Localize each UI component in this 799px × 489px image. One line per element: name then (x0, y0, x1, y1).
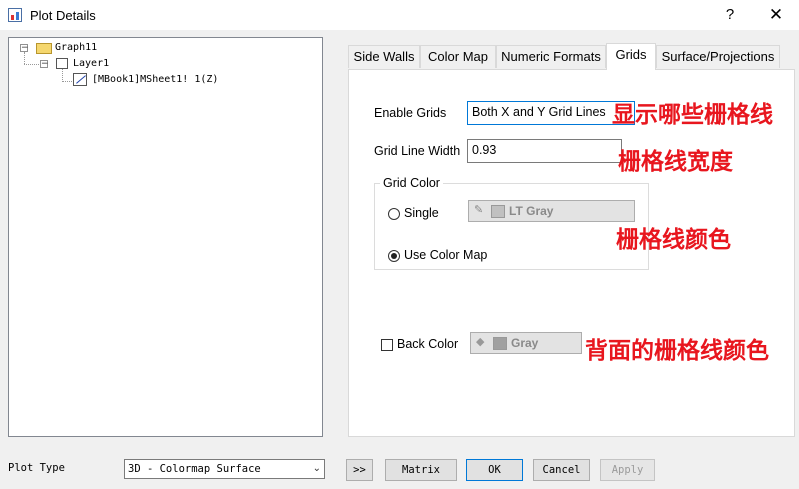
single-color-name: LT Gray (509, 204, 554, 218)
ok-button[interactable]: OK (466, 459, 523, 481)
pen-icon: ✎ (474, 204, 484, 216)
plot-type-label: Plot Type (8, 462, 65, 474)
annotation-grid-color: 栅格线颜色 (616, 227, 731, 253)
chevron-down-icon: ⌄ (312, 463, 321, 474)
back-color-label: Back Color (397, 337, 459, 351)
enable-grids-combo[interactable]: Both X and Y Grid Lines (467, 101, 635, 125)
single-color-label: Single (404, 206, 439, 220)
tab-color-map[interactable]: Color Map (420, 45, 496, 68)
single-color-picker[interactable]: ✎ LT Gray (468, 200, 635, 222)
grid-color-group-label: Grid Color (380, 176, 443, 190)
use-color-map-radio[interactable] (388, 250, 400, 262)
use-color-map-label: Use Color Map (404, 248, 488, 262)
window-title: Plot Details (30, 8, 96, 23)
grid-line-width-input[interactable]: 0.93 (467, 139, 622, 163)
back-color-picker[interactable]: ◆ Gray (470, 332, 582, 354)
enable-grids-label: Enable Grids (374, 106, 447, 120)
help-button[interactable]: ? (710, 3, 750, 27)
plot-icon (73, 73, 87, 86)
close-button[interactable]: ✕ (756, 3, 796, 27)
tab-numeric-formats[interactable]: Numeric Formats (496, 45, 606, 68)
tab-side-walls[interactable]: Side Walls (348, 45, 420, 68)
annotation-enable-grids: 显示哪些栅格线 (612, 102, 773, 128)
annotation-back-color: 背面的栅格线颜色 (585, 338, 769, 364)
grid-line-width-label: Grid Line Width (374, 144, 461, 158)
title-bar: Plot Details ? ✕ (0, 0, 799, 30)
tree-connector (62, 81, 72, 82)
tree-node-plot[interactable]: [MBook1]MSheet1! 1(Z) (92, 74, 219, 86)
plot-type-value: 3D - Colormap Surface (128, 463, 261, 475)
plot-tree[interactable]: − Graph11 − Layer1 [MBook1]MSheet1! 1(Z) (8, 37, 323, 437)
single-color-radio[interactable] (388, 208, 400, 220)
fill-icon: ◆ (476, 336, 485, 348)
back-color-checkbox[interactable] (381, 339, 393, 351)
layer-collapse-toggle[interactable]: − (40, 60, 49, 69)
annotation-line-width: 栅格线宽度 (618, 149, 733, 175)
tree-node-layer[interactable]: Layer1 (73, 58, 109, 70)
back-color-name: Gray (511, 336, 539, 350)
tree-connector (24, 64, 39, 65)
graph-folder-icon (36, 43, 52, 54)
tab-grids[interactable]: Grids (606, 43, 656, 70)
graph-collapse-toggle[interactable]: − (20, 44, 29, 53)
layer-icon (56, 58, 68, 69)
tree-connector (24, 52, 25, 64)
apply-button[interactable]: Apply (600, 459, 655, 481)
tab-surface-projections[interactable]: Surface/Projections (656, 45, 780, 68)
tree-node-graph[interactable]: Graph11 (55, 42, 97, 54)
app-icon (8, 8, 22, 22)
plot-type-select[interactable]: 3D - Colormap Surface ⌄ (124, 459, 325, 479)
expand-button[interactable]: >> (346, 459, 373, 481)
cancel-button[interactable]: Cancel (533, 459, 590, 481)
matrix-button[interactable]: Matrix (385, 459, 457, 481)
single-color-swatch (491, 205, 505, 218)
back-color-swatch (493, 337, 507, 350)
